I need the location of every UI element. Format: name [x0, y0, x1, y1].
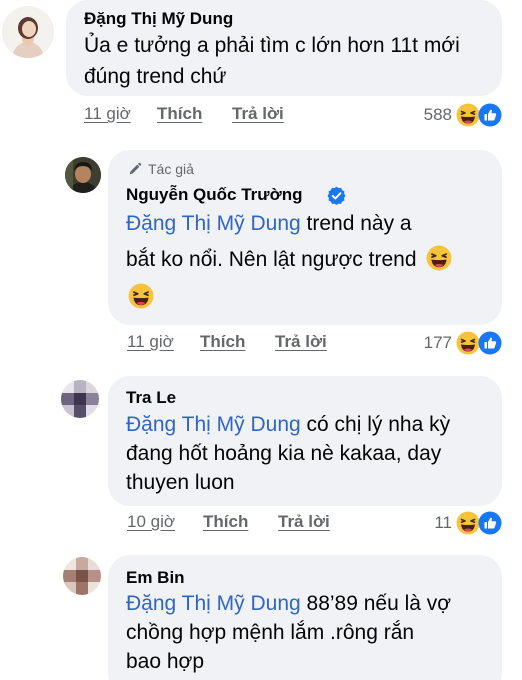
reply-button[interactable]: Trả lời — [232, 104, 284, 124]
haha-emoji-icon — [456, 103, 480, 127]
comment-text-line: Ủa e tưởng a phải tìm c lớn hơn 11t mới — [84, 34, 460, 57]
reaction-summary-1[interactable]: 588 — [380, 103, 504, 127]
reaction-count: 588 — [423, 105, 452, 124]
comment-timestamp[interactable]: 10 giờ — [127, 512, 175, 532]
comment-author[interactable]: Em Bin — [126, 568, 185, 588]
comment-text-line: bắt ko nổi. Nên lật ngược trend — [126, 244, 452, 276]
comment-bubble-3: Tra Le Đặng Thị Mỹ Dung có chị lý nha kỳ… — [108, 376, 502, 506]
haha-emoji-icon — [456, 511, 480, 535]
reaction-summary-3[interactable]: 11 — [380, 511, 504, 535]
like-button[interactable]: Thích — [200, 332, 245, 352]
comment-text-line: Đặng Thị Mỹ Dung 88’89 nếu là vợ — [126, 592, 452, 615]
reaction-count: 11 — [434, 513, 452, 532]
avatar-em-bin[interactable] — [63, 557, 101, 595]
like-button[interactable]: Thích — [203, 512, 248, 532]
like-thumb-icon — [478, 331, 502, 355]
like-button[interactable]: Thích — [157, 104, 202, 124]
avatar-tra-le[interactable] — [61, 380, 99, 418]
like-thumb-icon — [478, 511, 502, 535]
comment-actions-3: 10 giờ Thích Trả lời — [127, 512, 387, 534]
reaction-summary-2[interactable]: 177 — [380, 331, 504, 355]
comment-text-line: Đặng Thị Mỹ Dung có chị lý nha kỳ — [126, 413, 451, 436]
comment-bubble-2: Tác giả Nguyễn Quốc Trường Đặng Thị Mỹ D… — [108, 150, 502, 325]
reply-button[interactable]: Trả lời — [275, 332, 327, 352]
comment-actions-1: 11 giờ Thích Trả lời — [84, 104, 344, 126]
comment-text-line: Đặng Thị Mỹ Dung trend này a — [126, 212, 412, 235]
avatar-dang-thi-my-dung[interactable] — [2, 6, 54, 58]
comment-text-line: đang hốt hoảng kia nè kakaa, day — [126, 442, 442, 465]
mention-link[interactable]: Đặng Thị Mỹ Dung — [126, 592, 301, 615]
haha-emoji-icon — [128, 283, 154, 309]
comment-text-line: thuyen luon — [126, 471, 235, 494]
reaction-count: 177 — [423, 333, 452, 352]
comment-timestamp[interactable]: 11 giờ — [127, 332, 174, 352]
comment-author[interactable]: Tra Le — [126, 388, 176, 408]
like-thumb-icon — [478, 103, 502, 127]
comment-text-line: chồng hợp mệnh lắm .rông rắn — [126, 621, 415, 644]
comment-text-line: bao hợp — [126, 650, 205, 673]
pencil-icon — [128, 162, 142, 176]
comment-actions-2: 11 giờ Thích Trả lời — [127, 332, 387, 354]
avatar-nguyen-quoc-truong[interactable] — [65, 157, 101, 193]
mention-link[interactable]: Đặng Thị Mỹ Dung — [126, 413, 301, 436]
haha-emoji-icon — [456, 331, 480, 355]
verified-badge-icon — [327, 186, 346, 205]
comment-bubble-1: Đặng Thị Mỹ Dung Ủa e tưởng a phải tìm c… — [66, 0, 502, 96]
haha-emoji-icon — [426, 245, 452, 271]
comment-text-line: đúng trend chứ — [84, 65, 227, 88]
author-badge: Tác giả — [148, 161, 194, 177]
mention-link[interactable]: Đặng Thị Mỹ Dung — [126, 212, 301, 235]
reply-button[interactable]: Trả lời — [278, 512, 330, 532]
comment-author[interactable]: Nguyễn Quốc Trường — [126, 185, 302, 205]
comment-author[interactable]: Đặng Thị Mỹ Dung — [84, 9, 233, 29]
comment-timestamp[interactable]: 11 giờ — [84, 104, 131, 124]
comment-bubble-4: Em Bin Đặng Thị Mỹ Dung 88’89 nếu là vợ … — [108, 555, 502, 680]
